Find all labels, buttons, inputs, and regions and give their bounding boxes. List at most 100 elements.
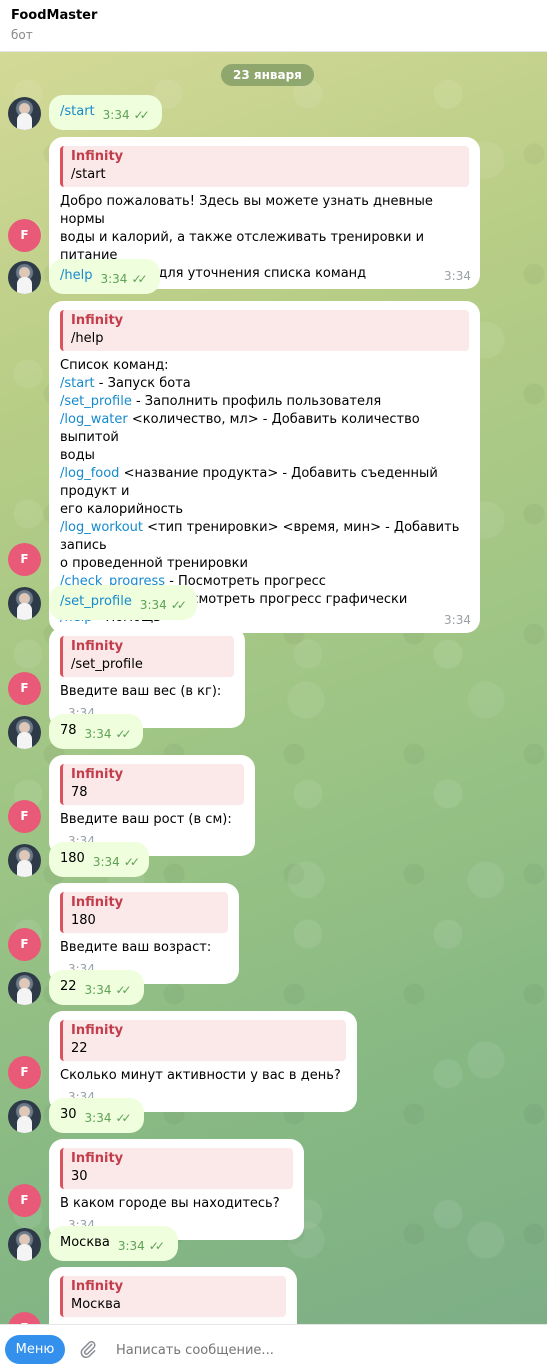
message-time: 3:34 ✓✓: [85, 981, 132, 999]
message-segment: Москва: [60, 1235, 110, 1250]
user-avatar[interactable]: [8, 1228, 41, 1261]
user-avatar[interactable]: [8, 97, 41, 130]
reply-quote-text: /help: [71, 331, 104, 346]
message-segment: его калорийность: [60, 502, 183, 517]
message-line: 180: [60, 851, 85, 866]
message-line: /log_water <количество, мл> - Добавить к…: [60, 411, 469, 447]
message-line: 22: [60, 979, 77, 994]
message-line: Москва: [60, 1235, 110, 1250]
message-line: /help: [60, 268, 92, 283]
reply-quote[interactable]: Infinity/start: [60, 146, 469, 187]
command-link[interactable]: /log_food: [60, 466, 119, 481]
paperclip-icon[interactable]: [78, 1339, 98, 1359]
reply-quote[interactable]: Infinity 30: [60, 1148, 293, 1189]
message-bubble[interactable]: Infinity 22 Сколько минут активности у вас…: [49, 1011, 357, 1112]
message-segment: - Запуск бота: [94, 376, 191, 391]
message-time: 3:34 ✓✓: [100, 270, 147, 288]
message-line: Введите ваш вес (в кг):: [60, 684, 221, 699]
bot-avatar[interactable]: F: [8, 1056, 41, 1089]
user-avatar[interactable]: [8, 716, 41, 749]
message-bubble[interactable]: 30 3:34 ✓✓: [49, 1098, 144, 1133]
command-link[interactable]: /set_profile: [60, 394, 132, 409]
chat-header[interactable]: FoodMaster бот: [0, 0, 547, 52]
command-link[interactable]: /start: [60, 104, 95, 119]
command-link[interactable]: /help: [60, 268, 92, 283]
bot-avatar[interactable]: F: [8, 219, 41, 252]
outgoing-message-row: /help 3:34 ✓✓: [0, 259, 547, 294]
message-text: 22: [60, 979, 77, 994]
outgoing-message-row: /start 3:34 ✓✓: [0, 95, 547, 130]
message-bubble[interactable]: 78 3:34 ✓✓: [49, 714, 143, 749]
message-bubble[interactable]: /start 3:34 ✓✓: [49, 95, 162, 130]
bot-avatar[interactable]: F: [8, 1184, 41, 1217]
message-text: /help: [60, 268, 92, 283]
menu-button[interactable]: Меню: [5, 1335, 65, 1364]
message-line: Сколько минут активности у вас в день?: [60, 1068, 341, 1083]
reply-quote-author: Infinity: [71, 767, 124, 782]
message-bubble[interactable]: Infinity/set_profile Введите ваш вес (в к…: [49, 627, 245, 728]
message-segment: 22: [60, 979, 77, 994]
command-link[interactable]: /set_profile: [60, 594, 132, 609]
incoming-message-row: F Infinity/help Список команд: /start - Зап…: [0, 301, 547, 633]
message-bubble[interactable]: 180 3:34 ✓✓: [49, 842, 149, 877]
incoming-message-row: F Infinity/start Добро пожаловать! Здесь в…: [0, 137, 547, 289]
message-time-label: 3:34: [84, 1111, 112, 1125]
incoming-message-row: F Infinity 78 Введите ваш рост (в см):3:34: [0, 755, 547, 856]
message-bubble[interactable]: /set_profile 3:34 ✓✓: [49, 585, 197, 620]
command-link[interactable]: /log_water: [60, 412, 128, 427]
message-bubble[interactable]: /help 3:34 ✓✓: [49, 259, 160, 294]
reply-quote[interactable]: Infinity 78: [60, 764, 244, 805]
message-line: /set_profile: [60, 594, 132, 609]
message-segment: Сколько минут активности у вас в день?: [60, 1068, 341, 1083]
message-line: воды: [60, 447, 469, 465]
message-bubble[interactable]: InfinityМоскваВаш профиль заполнен!: [49, 1267, 297, 1324]
bot-avatar[interactable]: F: [8, 672, 41, 705]
user-avatar[interactable]: [8, 261, 41, 294]
reply-quote[interactable]: Infinity Москва: [60, 1276, 286, 1317]
user-avatar[interactable]: [8, 1100, 41, 1133]
message-time-label: 3:34: [117, 1239, 145, 1253]
message-bubble[interactable]: Москва 3:34 ✓✓: [49, 1226, 178, 1261]
message-list[interactable]: 23 января /start 3:34 ✓✓ F Infinity/start Доб…: [0, 52, 547, 1324]
bot-avatar[interactable]: F: [8, 543, 41, 576]
reply-quote[interactable]: Infinity/help: [60, 310, 469, 351]
message-line: Список команд:: [60, 357, 469, 375]
outgoing-message-row: Москва 3:34 ✓✓: [0, 1226, 547, 1261]
message-input[interactable]: [116, 1343, 516, 1358]
user-avatar[interactable]: [8, 844, 41, 877]
reply-quote[interactable]: Infinity 22: [60, 1020, 346, 1061]
reply-quote[interactable]: Infinity 180: [60, 892, 228, 933]
message-segment: Добро пожаловать! Здесь вы можете узнать…: [60, 194, 433, 227]
message-line: /start - Запуск бота: [60, 375, 469, 393]
message-time-label: 3:34: [102, 108, 130, 122]
command-link[interactable]: /log_workout: [60, 520, 143, 535]
bot-avatar[interactable]: F: [8, 800, 41, 833]
message-bubble[interactable]: 22 3:34 ✓✓: [49, 970, 144, 1005]
reply-quote-author: Infinity: [71, 149, 124, 164]
user-avatar[interactable]: [8, 587, 41, 620]
read-checkmark-icon: ✓✓: [115, 727, 132, 741]
message-segment: 78: [60, 723, 77, 738]
message-time-label: 3:34: [100, 272, 128, 286]
message-time: 3:34 ✓✓: [85, 725, 132, 743]
message-segment: о проведенной тренировки: [60, 556, 248, 571]
message-line: Введите ваш рост (в см):: [60, 812, 232, 827]
message-bubble[interactable]: Infinity 78 Введите ваш рост (в см):3:34: [49, 755, 255, 856]
reply-quote-text: /set_profile: [71, 657, 143, 672]
bot-avatar[interactable]: F: [8, 928, 41, 961]
message-bubble[interactable]: Infinity/help Список команд: /start - Запу…: [49, 301, 480, 633]
user-avatar[interactable]: [8, 972, 41, 1005]
outgoing-message-row: 180 3:34 ✓✓: [0, 842, 547, 877]
message-segment: Введите ваш рост (в см):: [60, 812, 232, 827]
read-checkmark-icon: ✓✓: [115, 1111, 132, 1125]
message-bubble[interactable]: Infinity 180 Введите ваш возраст:3:34: [49, 883, 239, 984]
message-line: 30: [60, 1107, 77, 1122]
read-checkmark-icon: ✓✓: [115, 983, 132, 997]
message-time: 3:34 ✓✓: [93, 853, 140, 871]
read-checkmark-icon: ✓✓: [131, 272, 147, 286]
command-link[interactable]: /start: [60, 376, 95, 391]
message-bubble[interactable]: Infinity 30 В каком городе вы находитесь? 3…: [49, 1139, 304, 1240]
outgoing-message-row: 78 3:34 ✓✓: [0, 714, 547, 749]
reply-quote[interactable]: Infinity/set_profile: [60, 636, 234, 677]
bot-avatar[interactable]: F: [8, 1312, 41, 1324]
